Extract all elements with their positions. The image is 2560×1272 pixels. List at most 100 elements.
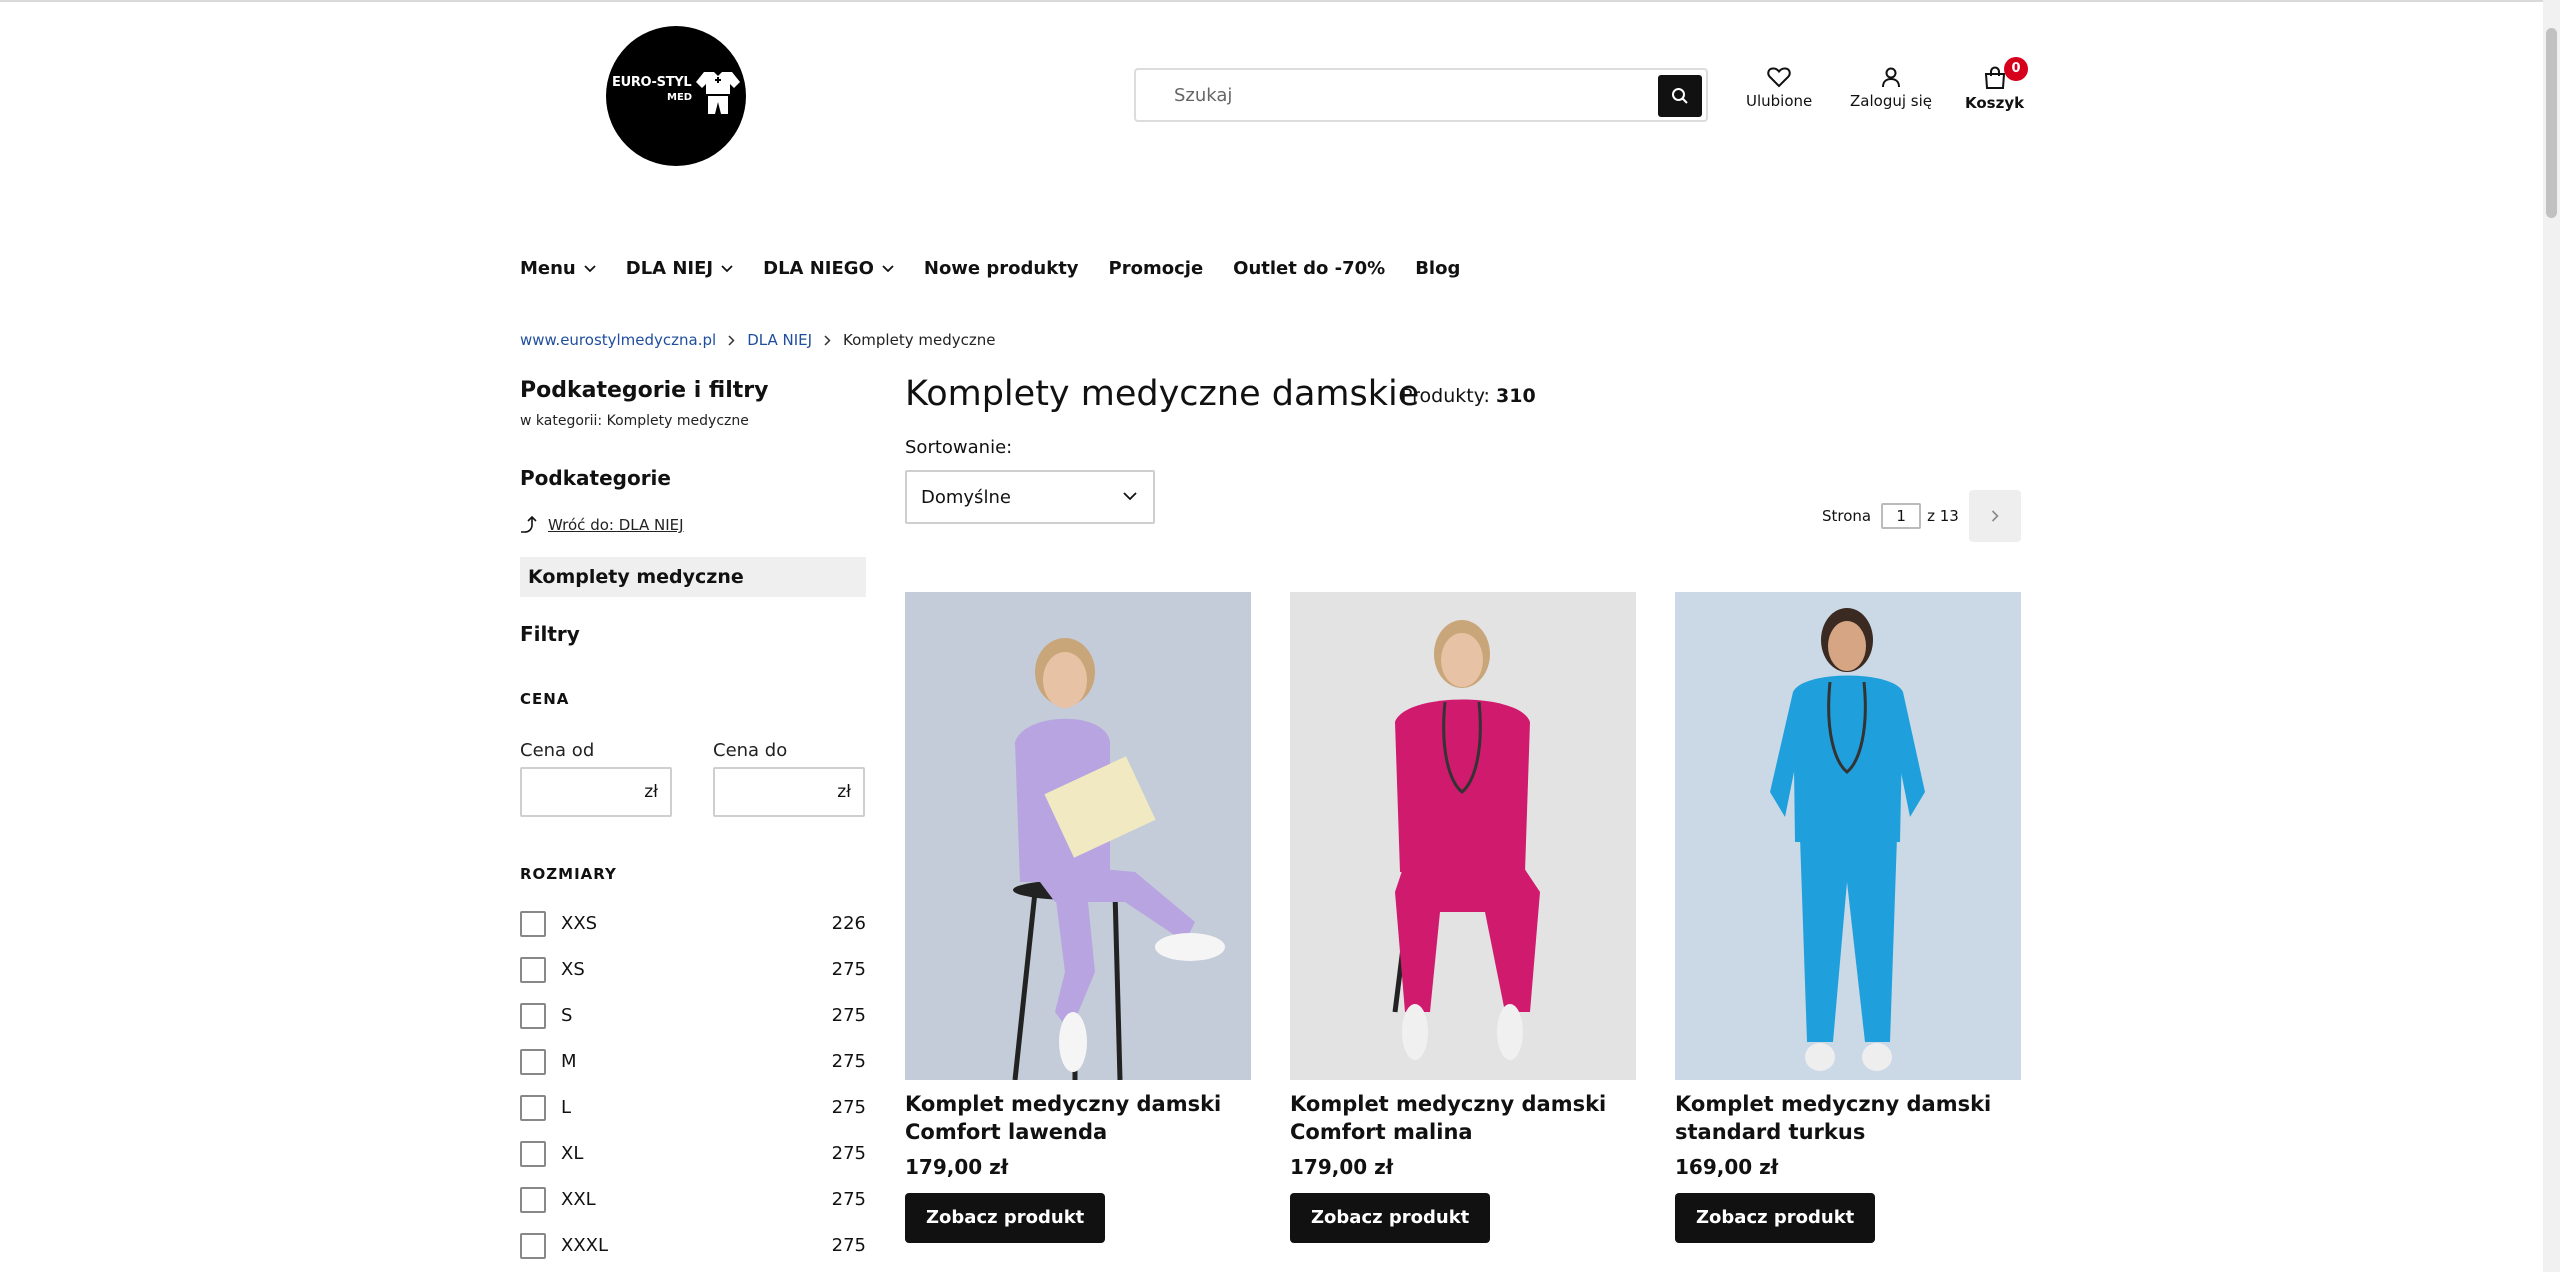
page-title: Komplety medyczne damskie bbox=[905, 374, 1420, 414]
nav-item-outlet[interactable]: Outlet do -70% bbox=[1233, 258, 1385, 279]
sizes-filter-heading: ROZMIARY bbox=[520, 865, 617, 883]
price-from-label: Cena od bbox=[520, 740, 595, 761]
nav-item-dla-niej[interactable]: DLA NIEJ bbox=[626, 258, 733, 279]
product-card[interactable]: Komplet medyczny damski Comfort lawenda … bbox=[905, 592, 1251, 1243]
product-name[interactable]: Komplet medyczny damski standard turkus bbox=[1675, 1090, 2021, 1146]
product-price: 179,00 zł bbox=[1290, 1155, 1394, 1179]
login-label: Zaloguj się bbox=[1850, 92, 1932, 110]
size-filter-s[interactable]: S 275 bbox=[520, 1002, 866, 1030]
main-nav: Menu DLA NIEJ DLA NIEGO Nowe produkty Pr… bbox=[520, 258, 1490, 279]
checkbox[interactable] bbox=[520, 911, 546, 937]
size-count: 275 bbox=[831, 959, 866, 980]
price-to-input[interactable]: zł bbox=[713, 767, 865, 817]
search-bar bbox=[1134, 68, 1708, 122]
nav-item-label: Nowe produkty bbox=[923, 258, 1079, 279]
nav-item-blog[interactable]: Blog bbox=[1415, 258, 1460, 279]
chevron-right-icon bbox=[824, 334, 831, 346]
price-from-input[interactable]: zł bbox=[520, 767, 672, 817]
sort-value: Domyślne bbox=[921, 487, 1011, 508]
size-filter-xxl[interactable]: XXL 275 bbox=[520, 1186, 866, 1214]
product-price: 169,00 zł bbox=[1675, 1155, 1779, 1179]
page-number-input[interactable]: 1 bbox=[1881, 503, 1922, 529]
price-to-label: Cena do bbox=[713, 740, 788, 761]
size-count: 275 bbox=[831, 1189, 866, 1210]
nav-item-label: Outlet do -70% bbox=[1233, 258, 1386, 279]
size-filter-xs[interactable]: XS 275 bbox=[520, 956, 866, 984]
back-link-label: Wróć do: DLA NIEJ bbox=[548, 516, 684, 534]
nav-item-label: Promocje bbox=[1108, 258, 1204, 279]
next-page-button[interactable] bbox=[1969, 490, 2021, 542]
product-name[interactable]: Komplet medyczny damski Comfort malina bbox=[1290, 1090, 1636, 1146]
nav-item-nowe-produkty[interactable]: Nowe produkty bbox=[924, 258, 1079, 279]
breadcrumb-home-link[interactable]: www.eurostylmedyczna.pl bbox=[520, 331, 716, 349]
checkbox[interactable] bbox=[520, 1141, 546, 1167]
checkbox[interactable] bbox=[520, 1187, 546, 1213]
logo-text-sub: MED bbox=[667, 92, 693, 103]
product-card[interactable]: Komplet medyczny damski standard turkus … bbox=[1675, 592, 2021, 1243]
pagination: Strona 1 z 13 bbox=[1822, 503, 1959, 529]
chevron-down-icon bbox=[1123, 492, 1137, 501]
product-photo bbox=[1675, 592, 2021, 1080]
view-product-button[interactable]: Zobacz produkt bbox=[1290, 1193, 1491, 1243]
sort-label: Sortowanie: bbox=[905, 437, 1013, 458]
sidebar-title: Podkategorie i filtry bbox=[520, 378, 769, 403]
sidebar-subtitle: w kategorii: Komplety medyczne bbox=[520, 413, 749, 429]
size-label: M bbox=[561, 1051, 577, 1072]
cart-count-badge: 0 bbox=[2004, 57, 2028, 81]
checkbox[interactable] bbox=[520, 1095, 546, 1121]
search-button[interactable] bbox=[1658, 75, 1702, 117]
size-filter-m[interactable]: M 275 bbox=[520, 1048, 866, 1076]
breadcrumb-parent-link[interactable]: DLA NIEJ bbox=[747, 331, 812, 349]
sort-select[interactable]: Domyślne bbox=[905, 470, 1155, 524]
chevron-right-icon bbox=[1991, 510, 1999, 522]
product-image[interactable] bbox=[1675, 592, 2021, 1080]
checkbox[interactable] bbox=[520, 957, 546, 983]
sidebar-item-komplety-medyczne[interactable]: Komplety medyczne bbox=[520, 557, 866, 597]
cart-label: Koszyk bbox=[1965, 94, 2025, 112]
currency-label: zł bbox=[837, 782, 851, 802]
checkbox[interactable] bbox=[520, 1049, 546, 1075]
view-product-button[interactable]: Zobacz produkt bbox=[1675, 1193, 1876, 1243]
product-image[interactable] bbox=[905, 592, 1251, 1080]
size-filter-l[interactable]: L 275 bbox=[520, 1094, 866, 1122]
size-label: XXS bbox=[561, 913, 598, 934]
size-count: 275 bbox=[831, 1097, 866, 1118]
size-count: 226 bbox=[831, 913, 866, 934]
chevron-down-icon bbox=[882, 264, 894, 272]
subcategories-heading: Podkategorie bbox=[520, 466, 671, 490]
size-count: 275 bbox=[831, 1051, 866, 1072]
product-card[interactable]: Komplet medyczny damski Comfort malina 1… bbox=[1290, 592, 1636, 1243]
product-count-label: Produkty: bbox=[1401, 385, 1490, 407]
nav-item-promocje[interactable]: Promocje bbox=[1109, 258, 1204, 279]
size-filter-xxxl[interactable]: XXXL 275 bbox=[520, 1232, 866, 1260]
size-filter-xxs[interactable]: XXS 226 bbox=[520, 910, 866, 938]
scrollbar-thumb[interactable] bbox=[2546, 28, 2557, 218]
size-label: XL bbox=[561, 1143, 584, 1164]
scrubs-icon bbox=[696, 72, 740, 114]
favorites-link[interactable]: Ulubione bbox=[1746, 66, 1812, 110]
heart-icon bbox=[1767, 67, 1791, 88]
search-input[interactable] bbox=[1174, 81, 1614, 109]
size-label: XXL bbox=[561, 1189, 596, 1210]
currency-label: zł bbox=[644, 782, 658, 802]
view-product-button[interactable]: Zobacz produkt bbox=[905, 1193, 1106, 1243]
checkbox[interactable] bbox=[520, 1003, 546, 1029]
nav-item-label: Blog bbox=[1415, 258, 1461, 279]
back-link[interactable]: Wróć do: DLA NIEJ bbox=[520, 516, 684, 534]
nav-item-dla-niego[interactable]: DLA NIEGO bbox=[763, 258, 894, 279]
product-count-value: 310 bbox=[1496, 385, 1536, 407]
user-icon bbox=[1882, 67, 1900, 88]
logo[interactable]: EURO-STYL MED bbox=[606, 26, 746, 166]
nav-item-menu[interactable]: Menu bbox=[520, 258, 596, 279]
nav-item-label: DLA NIEGO bbox=[763, 258, 874, 279]
checkbox[interactable] bbox=[520, 1233, 546, 1259]
chevron-right-icon bbox=[728, 334, 735, 346]
size-filter-xl[interactable]: XL 275 bbox=[520, 1140, 866, 1168]
login-link[interactable]: Zaloguj się bbox=[1850, 66, 1932, 110]
product-name[interactable]: Komplet medyczny damski Comfort lawenda bbox=[905, 1090, 1251, 1146]
product-image[interactable] bbox=[1290, 592, 1636, 1080]
nav-item-label: Menu bbox=[520, 258, 576, 279]
size-label: XXXL bbox=[561, 1235, 609, 1256]
chevron-down-icon bbox=[584, 264, 596, 272]
size-count: 275 bbox=[831, 1005, 866, 1026]
